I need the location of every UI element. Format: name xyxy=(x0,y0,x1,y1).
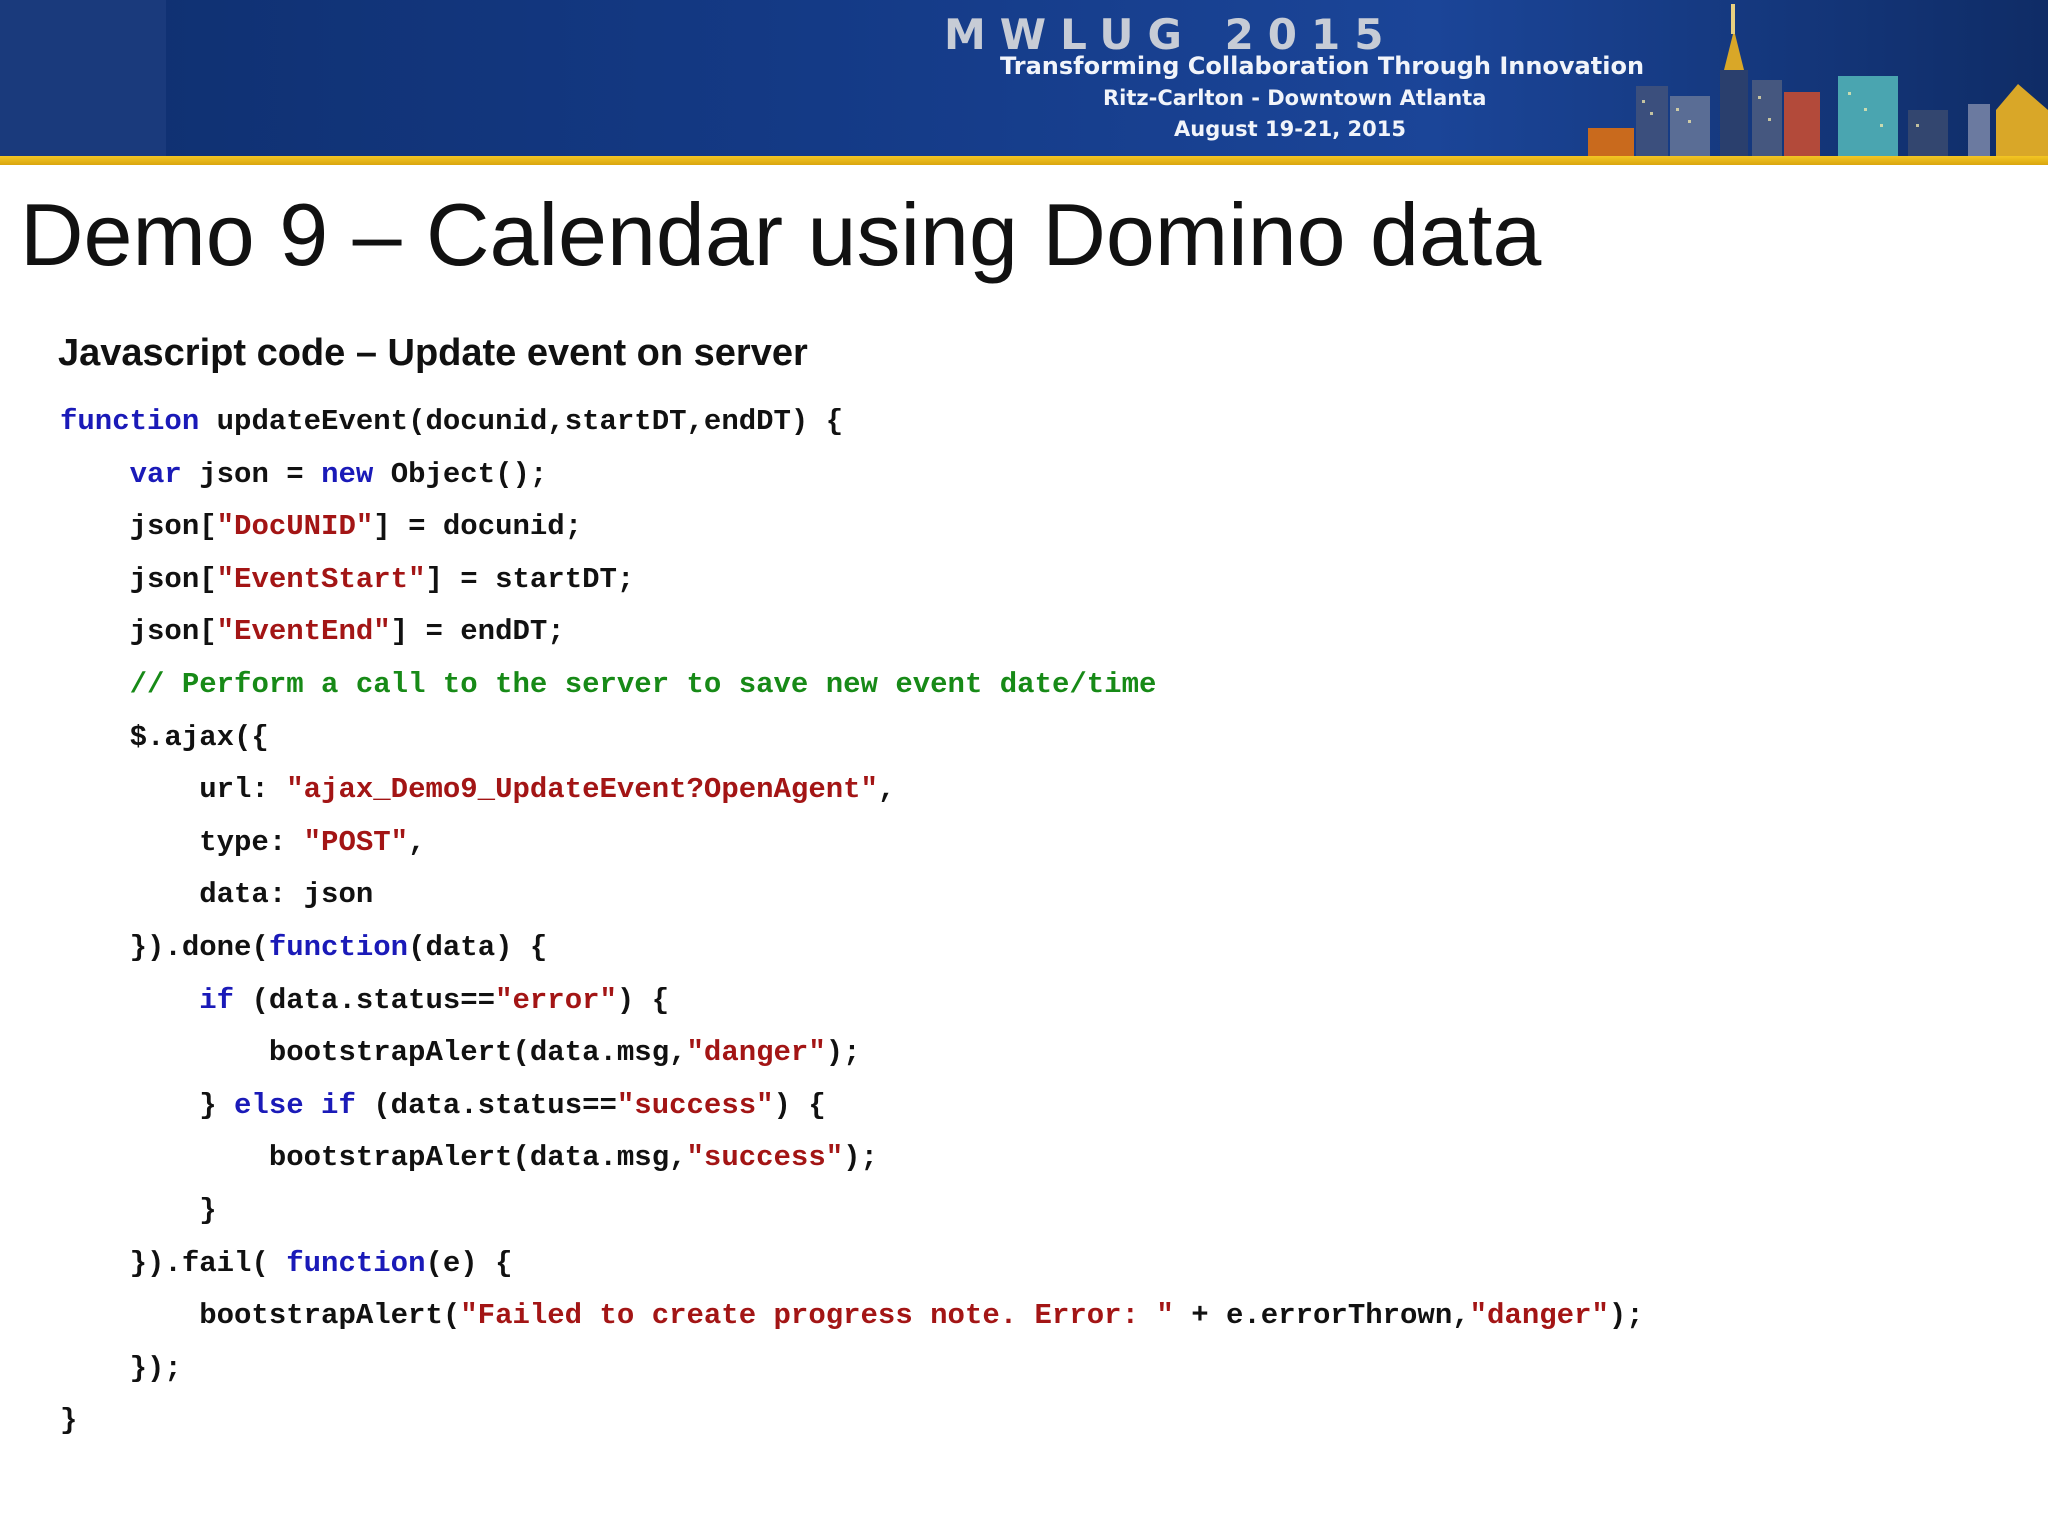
code-text: ] = endDT; xyxy=(390,615,565,649)
code-text: ) { xyxy=(773,1088,826,1122)
code-text: bootstrapAlert(data.msg, xyxy=(60,1141,687,1175)
code-string: "danger" xyxy=(686,1036,826,1070)
code-text: (data.status== xyxy=(234,983,496,1017)
code-text: ] = docunid; xyxy=(373,510,583,544)
code-line: // Perform a call to the server to save … xyxy=(60,659,1644,712)
code-line: }).done(function(data) { xyxy=(60,922,1644,975)
code-keyword: function xyxy=(286,1246,426,1280)
code-text: $.ajax({ xyxy=(60,720,269,754)
code-string: "success" xyxy=(616,1088,774,1122)
code-line: bootstrapAlert(data.msg,"success"); xyxy=(60,1132,1644,1185)
code-line: type: "POST", xyxy=(60,817,1644,870)
code-string: "EventStart" xyxy=(216,562,426,596)
code-line: json["EventEnd"] = endDT; xyxy=(60,606,1644,659)
code-text: data: json xyxy=(60,878,374,912)
code-line: bootstrapAlert("Failed to create progres… xyxy=(60,1290,1644,1343)
code-string: "POST" xyxy=(303,825,409,859)
code-string: "EventEnd" xyxy=(216,615,391,649)
code-line: function updateEvent(docunid,startDT,end… xyxy=(60,396,1644,449)
code-text: json[ xyxy=(60,562,217,596)
code-line: if (data.status=="error") { xyxy=(60,975,1644,1028)
code-text: bootstrapAlert(data.msg, xyxy=(60,1036,687,1070)
code-text: json = xyxy=(181,457,322,491)
code-text: ); xyxy=(825,1036,861,1070)
code-line: url: "ajax_Demo9_UpdateEvent?OpenAgent", xyxy=(60,764,1644,817)
code-text: (e) { xyxy=(425,1246,513,1280)
code-keyword: var xyxy=(129,457,182,491)
code-text: }).done( xyxy=(60,930,269,964)
code-text: (data) { xyxy=(408,930,548,964)
code-keyword: function xyxy=(268,930,409,964)
atlanta-skyline-image xyxy=(1588,4,2048,156)
code-keyword: new xyxy=(321,457,374,491)
code-string: "ajax_Demo9_UpdateEvent?OpenAgent" xyxy=(286,773,878,807)
code-string: "DocUNID" xyxy=(216,510,374,544)
code-text: }); xyxy=(60,1351,182,1385)
code-text: updateEvent(docunid,startDT,endDT) { xyxy=(199,405,844,438)
code-line: }).fail( function(e) { xyxy=(60,1238,1644,1291)
code-text: ) { xyxy=(616,983,670,1017)
code-comment: // Perform a call to the server to save … xyxy=(129,667,1157,701)
code-line: json["DocUNID"] = docunid; xyxy=(60,501,1644,554)
code-keyword: function xyxy=(60,405,200,438)
code-line: json["EventStart"] = startDT; xyxy=(60,554,1644,607)
code-text: (data.status== xyxy=(355,1088,617,1122)
code-text: + e.errorThrown, xyxy=(1173,1299,1470,1333)
code-text: }).fail( xyxy=(60,1246,287,1280)
banner-accent-bar xyxy=(0,156,2048,165)
code-text: } xyxy=(60,1088,235,1122)
code-text: ); xyxy=(1608,1299,1644,1333)
conference-venue: Ritz-Carlton - Downtown Atlanta xyxy=(1103,86,1487,110)
conference-banner: MWLUG 2015 Transforming Collaboration Th… xyxy=(0,0,2048,156)
code-line: }); xyxy=(60,1343,1644,1396)
code-keyword: if xyxy=(199,983,235,1017)
code-string: "error" xyxy=(495,983,617,1017)
code-line: } xyxy=(60,1395,1644,1448)
code-line: bootstrapAlert(data.msg,"danger"); xyxy=(60,1027,1644,1080)
code-line: $.ajax({ xyxy=(60,712,1644,765)
slide-title: Demo 9 – Calendar using Domino data xyxy=(20,185,1542,284)
conference-dates: August 19-21, 2015 xyxy=(1174,117,1406,141)
code-string: "Failed to create progress note. Error: … xyxy=(460,1299,1174,1333)
code-text: ); xyxy=(843,1141,878,1175)
code-text: json[ xyxy=(60,615,217,649)
code-text: url: xyxy=(60,773,287,807)
code-block: function updateEvent(docunid,startDT,end… xyxy=(60,396,1644,1448)
banner-left-panel xyxy=(0,0,166,156)
slide-subtitle: Javascript code – Update event on server xyxy=(58,332,808,374)
code-string: "success" xyxy=(686,1141,844,1175)
code-text: , xyxy=(877,773,896,807)
code-string: "danger" xyxy=(1469,1299,1609,1333)
code-text: } xyxy=(60,1404,78,1438)
code-text: json[ xyxy=(60,510,217,544)
code-line: } else if (data.status=="success") { xyxy=(60,1080,1644,1133)
code-text: bootstrapAlert( xyxy=(60,1299,461,1333)
code-text: Object(); xyxy=(373,457,548,491)
code-line: var json = new Object(); xyxy=(60,449,1644,502)
code-text: , xyxy=(408,825,426,859)
code-text: ] = startDT; xyxy=(425,562,635,596)
code-text: } xyxy=(60,1193,217,1227)
code-keyword: else if xyxy=(234,1088,356,1122)
code-line: } xyxy=(60,1185,1644,1238)
code-text: type: xyxy=(60,825,304,859)
code-line: data: json xyxy=(60,869,1644,922)
